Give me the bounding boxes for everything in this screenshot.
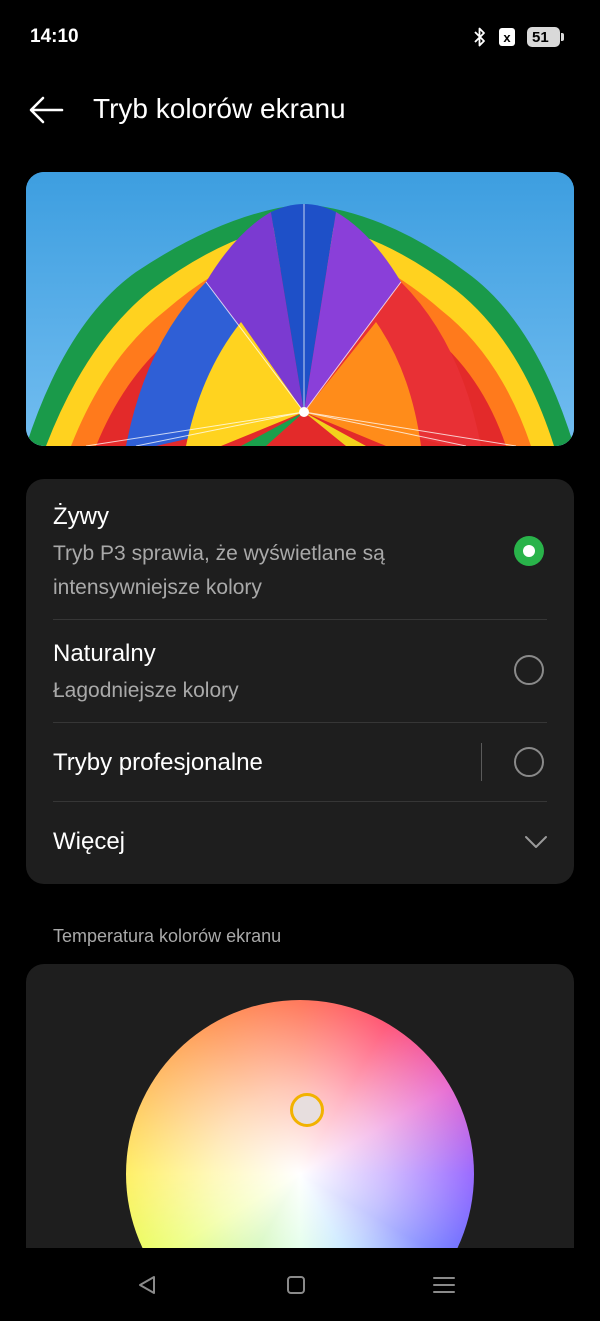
no-sim-icon: x bbox=[499, 28, 515, 46]
home-square-icon bbox=[287, 1276, 305, 1294]
bluetooth-icon bbox=[474, 27, 485, 47]
status-bar: 14:10 x 51 bbox=[0, 0, 600, 76]
battery-level: 51 bbox=[532, 28, 549, 46]
mode-subtitle-vivid-line2: intensywniejsze kolory bbox=[53, 576, 262, 599]
radio-professional[interactable] bbox=[514, 747, 544, 777]
back-triangle-icon bbox=[139, 1276, 155, 1294]
navigation-bar bbox=[0, 1248, 600, 1321]
preview-image bbox=[26, 172, 574, 446]
parachute-illustration bbox=[26, 172, 574, 446]
mode-subtitle-vivid: Tryb P3 sprawia, że wyświetlane są inten… bbox=[53, 537, 473, 605]
temperature-section-label: Temperatura kolorów ekranu bbox=[53, 926, 282, 946]
divider bbox=[53, 722, 547, 723]
nav-back-button[interactable] bbox=[132, 1272, 162, 1298]
radio-vivid[interactable] bbox=[514, 536, 544, 566]
battery-icon: 51 bbox=[527, 27, 564, 47]
divider bbox=[53, 801, 547, 802]
more-title: Więcej bbox=[53, 828, 126, 855]
mode-subtitle-vivid-line1: Tryb P3 sprawia, że wyświetlane są bbox=[53, 542, 385, 565]
vertical-separator bbox=[481, 743, 482, 781]
nav-home-button[interactable] bbox=[281, 1272, 311, 1298]
back-button[interactable] bbox=[24, 90, 68, 130]
color-temperature-card bbox=[26, 964, 574, 1264]
mode-subtitle-natural: Łagodniejsze kolory bbox=[53, 679, 239, 702]
mode-title-vivid: Żywy bbox=[53, 503, 109, 530]
status-time: 14:10 bbox=[30, 26, 79, 47]
radio-natural[interactable] bbox=[514, 655, 544, 685]
mode-title-natural: Naturalny bbox=[53, 640, 156, 667]
chevron-down-icon bbox=[525, 836, 547, 848]
page-title: Tryb kolorów ekranu bbox=[93, 93, 346, 124]
color-mode-card: Żywy Tryb P3 sprawia, że wyświetlane są … bbox=[26, 479, 574, 884]
header: Tryb kolorów ekranu bbox=[0, 80, 600, 140]
color-temperature-wheel[interactable] bbox=[126, 1000, 474, 1264]
nav-menu-button[interactable] bbox=[429, 1272, 459, 1298]
sim-label: x bbox=[503, 29, 511, 45]
divider bbox=[53, 619, 547, 620]
arrow-left-icon bbox=[29, 96, 64, 124]
mode-title-professional: Tryby profesjonalne bbox=[53, 749, 263, 776]
status-icons: x 51 bbox=[473, 26, 564, 48]
color-wheel-handle[interactable] bbox=[290, 1093, 324, 1127]
menu-lines-icon bbox=[433, 1277, 455, 1293]
